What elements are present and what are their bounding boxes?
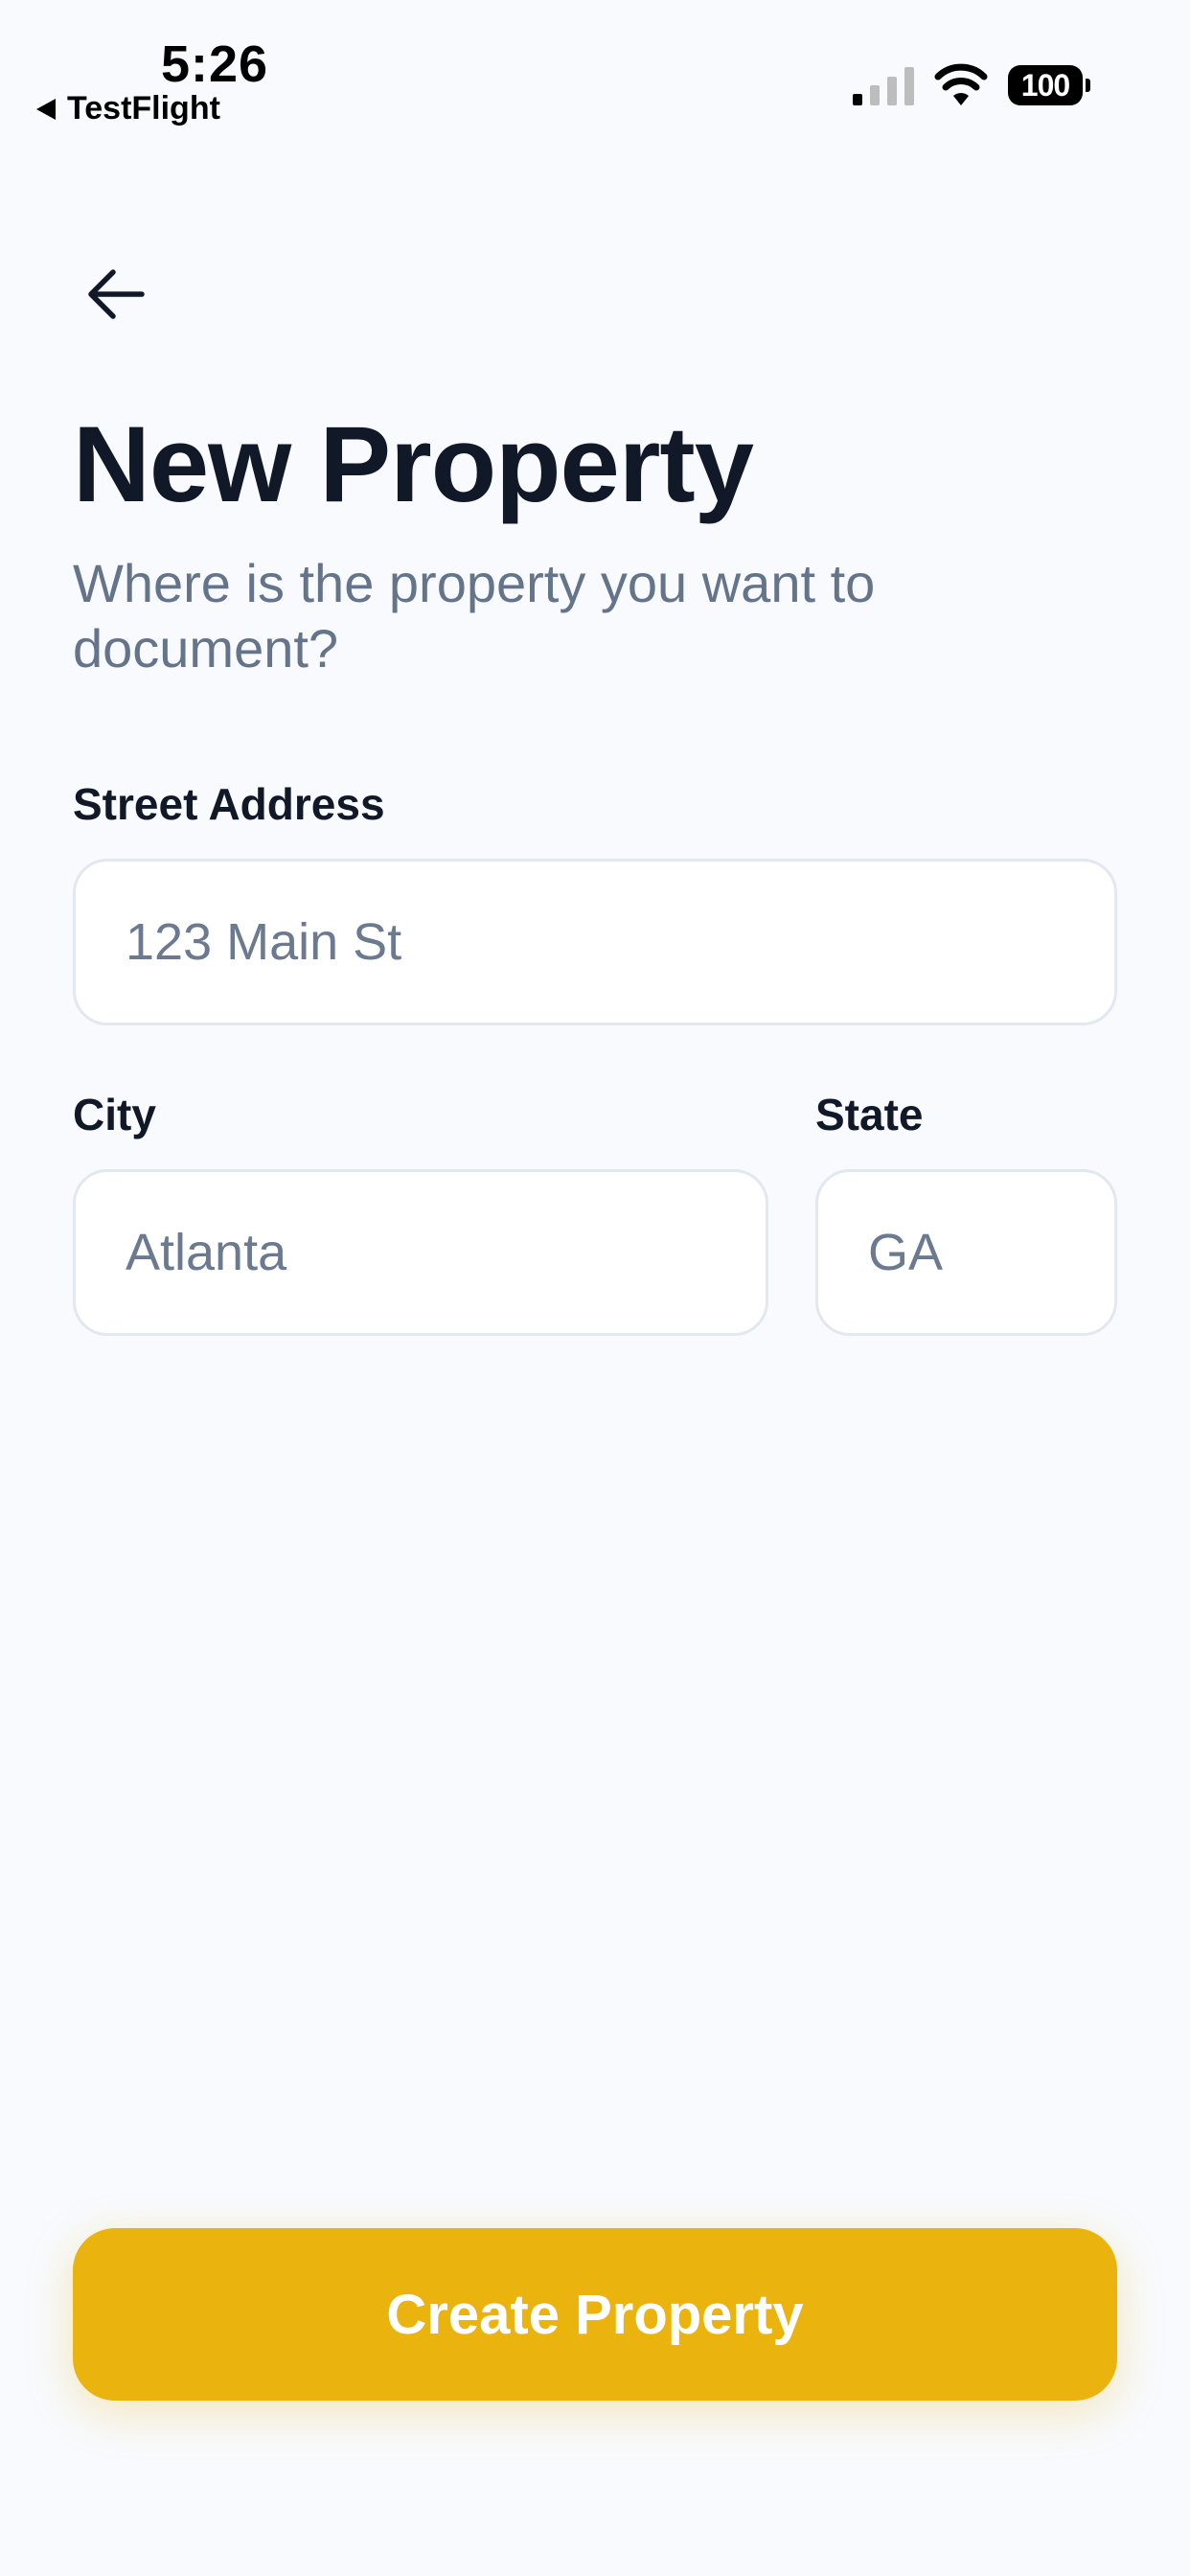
back-button[interactable] [73, 251, 159, 337]
battery-level: 100 [1008, 65, 1083, 105]
back-triangle-icon [36, 98, 56, 120]
city-label: City [73, 1090, 156, 1139]
status-back-to-app[interactable]: TestFlight [36, 90, 220, 127]
battery-tip [1086, 79, 1090, 92]
status-time: 5:26 [161, 35, 269, 93]
state-input[interactable] [815, 1169, 1117, 1336]
state-label: State [815, 1090, 924, 1139]
cellular-signal-icon [853, 67, 914, 105]
arrow-left-icon [88, 269, 145, 319]
wifi-icon [934, 63, 988, 105]
page-title: New Property [73, 404, 754, 524]
city-input[interactable] [73, 1169, 768, 1336]
battery-icon: 100 [1008, 65, 1090, 105]
page-subtitle: Where is the property you want to docume… [73, 553, 876, 678]
street-address-input[interactable] [73, 859, 1117, 1025]
street-address-label: Street Address [73, 779, 385, 829]
create-property-button[interactable]: Create Property [73, 2228, 1117, 2401]
status-back-app-label: TestFlight [67, 90, 220, 126]
